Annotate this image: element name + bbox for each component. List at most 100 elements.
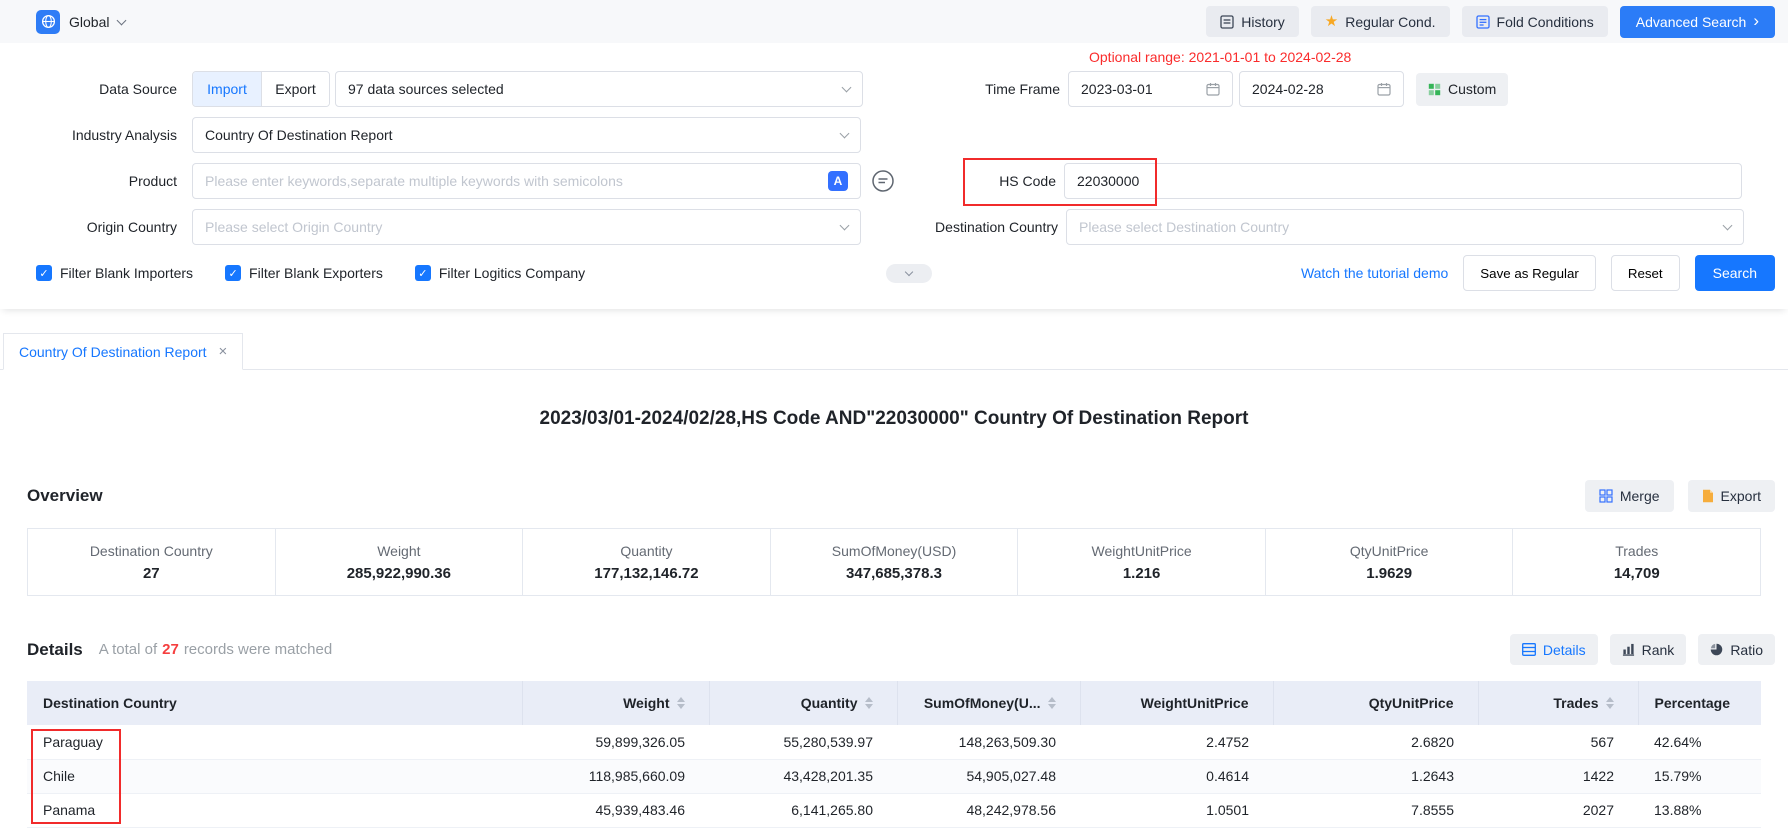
- cell-quantity: 6,141,265.80: [709, 793, 897, 827]
- optional-range-hint: Optional range: 2021-01-01 to 2024-02-28: [1089, 49, 1351, 65]
- cell-weight: 59,899,326.05: [522, 725, 709, 759]
- chevron-down-icon: [117, 15, 127, 25]
- end-date-input[interactable]: 2024-02-28: [1239, 71, 1404, 107]
- calendar-icon: [1377, 82, 1391, 96]
- view-ratio-button[interactable]: Ratio: [1698, 634, 1775, 665]
- filter-label: Filter Logitics Company: [439, 265, 585, 281]
- header-sum-of-money[interactable]: SumOfMoney(U...: [897, 681, 1080, 725]
- time-frame-label: Time Frame: [863, 81, 1060, 97]
- close-icon[interactable]: ×: [219, 343, 228, 360]
- cell-quantity: 43,428,201.35: [709, 759, 897, 793]
- advanced-search-button[interactable]: Advanced Search ›: [1620, 6, 1775, 38]
- view-details-button[interactable]: Details: [1510, 634, 1598, 665]
- industry-analysis-select[interactable]: Country Of Destination Report: [192, 117, 861, 153]
- cell-weight: 45,939,483.46: [522, 793, 709, 827]
- merge-icon: [1599, 489, 1613, 503]
- hs-code-input[interactable]: [1077, 173, 1729, 189]
- destination-country-placeholder: Please select Destination Country: [1079, 219, 1289, 235]
- checkbox-checked-icon: ✓: [415, 265, 431, 281]
- merge-label: Merge: [1620, 488, 1660, 504]
- translate-icon[interactable]: A: [828, 171, 848, 191]
- header-trades[interactable]: Trades: [1478, 681, 1638, 725]
- cell-qty-unit-price: 7.8555: [1273, 793, 1478, 827]
- reset-button[interactable]: Reset: [1611, 255, 1680, 291]
- stat-trades: Trades 14,709: [1513, 529, 1760, 595]
- cell-weight: 118,985,660.09: [522, 759, 709, 793]
- report-tabbar: Country Of Destination Report ×: [0, 333, 1788, 370]
- header-quantity[interactable]: Quantity: [709, 681, 897, 725]
- details-table-icon: [1522, 643, 1536, 656]
- report-title: 2023/03/01-2024/02/28,HS Code AND"220300…: [0, 408, 1788, 430]
- industry-analysis-value: Country Of Destination Report: [205, 127, 393, 143]
- origin-country-label: Origin Country: [0, 219, 177, 235]
- filter-label: Filter Blank Importers: [60, 265, 193, 281]
- view-rank-button[interactable]: Rank: [1610, 634, 1687, 665]
- matched-count: 27: [162, 641, 179, 658]
- sort-icon[interactable]: [677, 697, 685, 709]
- table-row: Chile 118,985,660.09 43,428,201.35 54,90…: [27, 759, 1761, 793]
- rank-bars-icon: [1622, 643, 1635, 656]
- product-label: Product: [0, 173, 177, 189]
- filter-logitics-company-checkbox[interactable]: ✓ Filter Logitics Company: [415, 265, 585, 281]
- search-button[interactable]: Search: [1695, 255, 1775, 291]
- region-selector[interactable]: Global: [36, 10, 125, 34]
- globe-logo-icon: [36, 10, 60, 34]
- cell-trades: 2027: [1478, 793, 1638, 827]
- tab-label: Country Of Destination Report: [19, 344, 207, 360]
- matched-records-text: A total of27records were matched: [99, 641, 332, 658]
- checkbox-checked-icon: ✓: [36, 265, 52, 281]
- custom-range-button[interactable]: Custom: [1416, 73, 1508, 106]
- header-qty-unit-price: QtyUnitPrice: [1273, 681, 1478, 725]
- details-heading: Details: [27, 640, 83, 660]
- filter-blank-importers-checkbox[interactable]: ✓ Filter Blank Importers: [36, 265, 193, 281]
- import-toggle-button[interactable]: Import: [193, 72, 261, 106]
- star-icon: ★: [1325, 14, 1338, 29]
- stat-quantity: Quantity 177,132,146.72: [523, 529, 771, 595]
- history-button[interactable]: History: [1206, 6, 1299, 37]
- hs-code-label: HS Code: [895, 173, 1056, 189]
- table-header-row: Destination Country Weight Quantity SumO…: [27, 681, 1761, 725]
- cell-qty-unit-price: 1.2643: [1273, 759, 1478, 793]
- chevron-down-icon: [840, 129, 850, 139]
- chevron-right-icon: ›: [1753, 12, 1759, 29]
- product-input[interactable]: [205, 173, 820, 189]
- tutorial-demo-link[interactable]: Watch the tutorial demo: [1301, 265, 1448, 281]
- checkbox-checked-icon: ✓: [225, 265, 241, 281]
- sort-icon[interactable]: [865, 697, 873, 709]
- hs-code-input-wrap: [1064, 163, 1742, 199]
- calendar-icon: [1206, 82, 1220, 96]
- data-source-label: Data Source: [0, 81, 177, 97]
- cell-trades: 567: [1478, 725, 1638, 759]
- stat-destination-country: Destination Country 27: [28, 529, 276, 595]
- start-date-input[interactable]: 2023-03-01: [1068, 71, 1233, 107]
- fold-conditions-button[interactable]: Fold Conditions: [1462, 6, 1608, 37]
- header-weight-unit-price: WeightUnitPrice: [1080, 681, 1273, 725]
- history-label: History: [1241, 14, 1285, 30]
- header-weight[interactable]: Weight: [522, 681, 709, 725]
- destination-country-label: Destination Country: [861, 219, 1058, 235]
- regular-cond-button[interactable]: ★ Regular Cond.: [1311, 6, 1450, 37]
- data-source-select[interactable]: 97 data sources selected: [335, 71, 863, 107]
- export-button[interactable]: Export: [1688, 480, 1775, 512]
- keyword-expand-icon[interactable]: [871, 169, 895, 193]
- header-percentage: Percentage: [1638, 681, 1761, 725]
- search-form-panel: Optional range: 2021-01-01 to 2024-02-28…: [0, 43, 1788, 309]
- filter-blank-exporters-checkbox[interactable]: ✓ Filter Blank Exporters: [225, 265, 383, 281]
- sort-icon[interactable]: [1048, 697, 1056, 709]
- sort-icon[interactable]: [1606, 697, 1614, 709]
- export-toggle-button[interactable]: Export: [261, 72, 329, 106]
- details-table: Destination Country Weight Quantity SumO…: [27, 681, 1761, 828]
- view-rank-label: Rank: [1642, 642, 1675, 658]
- origin-country-select[interactable]: Please select Origin Country: [192, 209, 861, 245]
- industry-analysis-label: Industry Analysis: [0, 127, 177, 143]
- cell-weight-unit-price: 1.0501: [1080, 793, 1273, 827]
- merge-button[interactable]: Merge: [1585, 480, 1674, 512]
- origin-country-placeholder: Please select Origin Country: [205, 219, 382, 235]
- cell-weight-unit-price: 0.4614: [1080, 759, 1273, 793]
- destination-country-select[interactable]: Please select Destination Country: [1066, 209, 1744, 245]
- custom-grid-icon: [1428, 83, 1441, 96]
- filter-label: Filter Blank Exporters: [249, 265, 383, 281]
- tab-country-of-destination-report[interactable]: Country Of Destination Report ×: [3, 333, 243, 370]
- collapse-conditions-button[interactable]: [886, 264, 932, 283]
- save-as-regular-button[interactable]: Save as Regular: [1463, 255, 1596, 291]
